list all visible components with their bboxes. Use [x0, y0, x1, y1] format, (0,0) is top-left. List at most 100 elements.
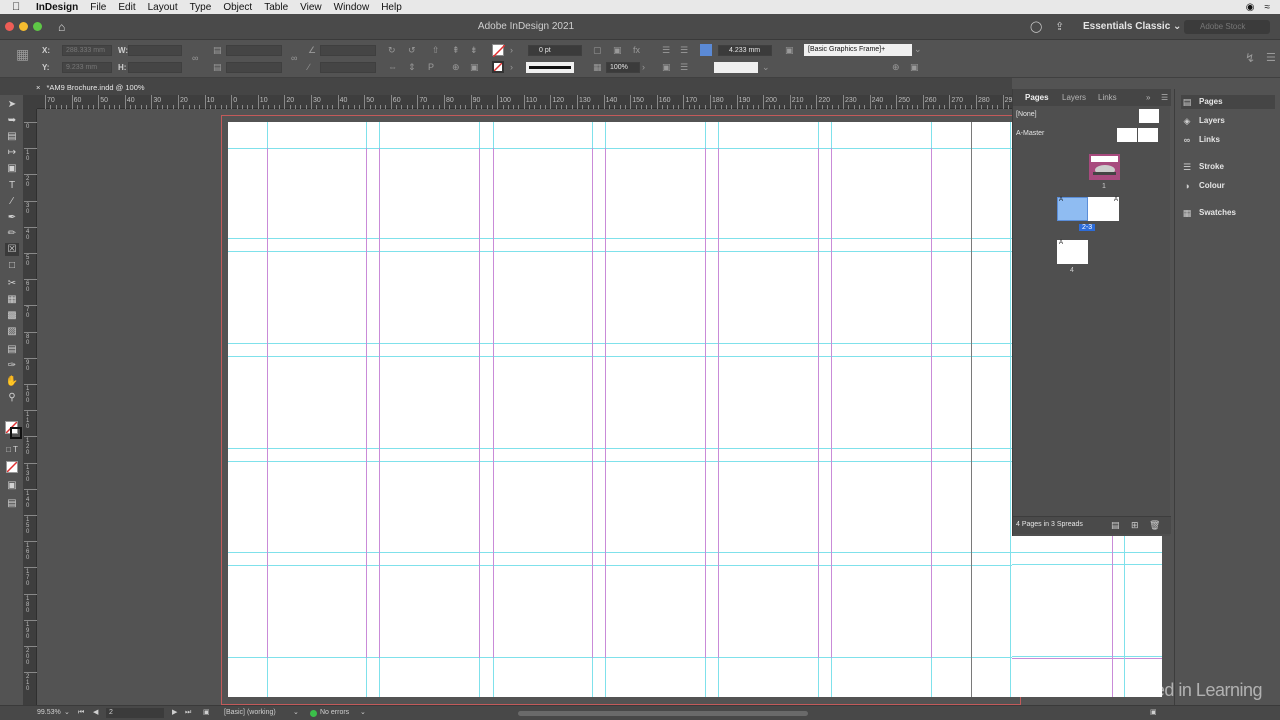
new-page-icon[interactable]: ⊞	[1131, 520, 1139, 531]
preflight-profile[interactable]: [Basic] (working)	[224, 706, 276, 720]
none-master-thumb[interactable]	[1139, 109, 1159, 123]
dock-layers[interactable]: ◈ Layers	[1181, 114, 1251, 128]
frame-fitting-icon[interactable]: ▢	[593, 45, 602, 56]
align-left-icon[interactable]: ☰	[662, 45, 670, 56]
constrain-scale-icon[interactable]: ∞	[291, 53, 297, 63]
object-style-dropdown[interactable]: [Basic Graphics Frame]+	[804, 44, 912, 56]
free-transform-tool-icon[interactable]: ▦	[5, 293, 19, 306]
ruler-origin[interactable]	[24, 95, 37, 109]
a-master-label[interactable]: A-Master	[1016, 130, 1044, 137]
align-center-icon[interactable]: ☰	[680, 45, 688, 56]
last-page-icon[interactable]: ⏭	[185, 706, 191, 720]
rotate-field[interactable]	[320, 45, 376, 56]
reference-point-icon[interactable]: ▦	[16, 46, 29, 63]
close-tab-icon[interactable]: ×	[36, 83, 40, 92]
wifi-icon[interactable]: ≈	[1265, 2, 1271, 13]
rotate-cw-icon[interactable]: ↻	[388, 45, 396, 56]
vertical-ruler[interactable]: 0 10 20 30 40 50 60 70 80 90 100 110 120 130 140 150 160…	[24, 109, 37, 705]
menu-help[interactable]: Help	[381, 2, 402, 13]
page-tool-icon[interactable]: ▤	[5, 130, 19, 143]
rotate-content-icon[interactable]: P	[428, 62, 434, 72]
panel-menu-icon[interactable]: ☰	[1161, 93, 1168, 102]
fill-swatch-none[interactable]	[492, 44, 506, 58]
stroke-preview-box[interactable]	[714, 62, 758, 73]
flip-horizontal-icon[interactable]: ⇔	[388, 62, 397, 72]
select-prev-icon[interactable]: ⇞	[452, 45, 460, 56]
page-1-thumb[interactable]	[1089, 154, 1120, 180]
gap-tool-icon[interactable]	[700, 44, 712, 56]
tab-layers[interactable]: Layers	[1062, 93, 1086, 102]
horizontal-ruler[interactable]: 70 60 50 40 30 20 10 0 10 20 30 40 50 60 70 80 90 100 110 1…	[37, 95, 1025, 109]
dock-colour[interactable]: ◑ Colour	[1181, 179, 1251, 193]
horizontal-scrollbar[interactable]	[518, 711, 808, 716]
scale-y-field[interactable]	[226, 62, 282, 73]
menu-window[interactable]: Window	[334, 2, 370, 13]
frame-options-icon[interactable]: ▣	[910, 62, 919, 73]
workspace-switcher[interactable]: Essentials Classic ⌄	[1083, 21, 1181, 32]
preview-mode-icon[interactable]: ▤	[5, 497, 19, 510]
apply-none-icon[interactable]	[6, 461, 18, 473]
scale-x-field[interactable]	[226, 45, 282, 56]
screen-mode-icon[interactable]: ▣	[5, 479, 19, 492]
content-collector-icon[interactable]: ▣	[5, 162, 19, 175]
lightbulb-icon[interactable]: ◯	[1030, 20, 1042, 33]
formatting-container-icon[interactable]: □ T	[5, 443, 19, 456]
stroke-swatch-tool[interactable]	[10, 427, 22, 439]
edit-page-size-icon[interactable]: ▤	[1111, 520, 1120, 531]
y-field[interactable]: 9.233 mm	[62, 62, 112, 73]
fx-icon[interactable]: fx	[633, 45, 640, 55]
open-page-icon[interactable]: ▣	[203, 706, 210, 720]
line-tool-icon[interactable]: ∕	[5, 195, 19, 208]
share-icon[interactable]: ⇪	[1055, 20, 1064, 33]
dock-stroke[interactable]: ☰ Stroke	[1181, 160, 1251, 174]
next-page-icon[interactable]: ▶	[172, 706, 177, 720]
hand-tool-icon[interactable]: ✋	[5, 375, 19, 388]
spacing-field[interactable]: 4.233 mm	[718, 45, 772, 56]
resize-window-icon[interactable]: ▣	[1150, 706, 1157, 720]
pencil-tool-icon[interactable]: ✏	[5, 227, 19, 240]
scale-x-icon[interactable]: ▤	[213, 45, 222, 56]
stroke-weight-field[interactable]: 0 pt	[528, 45, 582, 56]
stroke-preview-menu-icon[interactable]: ⌄	[762, 62, 770, 73]
zoom-level-field[interactable]: 99.53%	[37, 706, 61, 720]
constrain-proportions-icon[interactable]: ∞	[192, 53, 198, 63]
dock-pages[interactable]: ▤ Pages	[1181, 95, 1275, 109]
select-container-icon[interactable]: ⇧	[432, 45, 440, 56]
zoom-tool-icon[interactable]: ⚲	[5, 391, 19, 404]
zoom-menu-icon[interactable]: ⌄	[64, 706, 70, 720]
menu-app[interactable]: InDesign	[36, 2, 78, 13]
apple-icon[interactable]: 	[12, 1, 28, 13]
object-style-menu-icon[interactable]: ⌄	[914, 44, 922, 55]
menu-layout[interactable]: Layout	[148, 2, 178, 13]
opacity-field[interactable]: 100%	[606, 62, 640, 73]
menu-type[interactable]: Type	[190, 2, 212, 13]
x-field[interactable]: 288.333 mm	[62, 45, 112, 56]
delete-page-icon[interactable]: 🗑	[1149, 520, 1160, 531]
creative-cloud-icon[interactable]: ◉	[1246, 2, 1255, 13]
flip-vertical-icon[interactable]: ⇕	[408, 62, 416, 73]
gradient-feather-tool-icon[interactable]: ▨	[5, 325, 19, 338]
spread-2-3-number[interactable]: 2-3	[1079, 224, 1096, 231]
rotate-icon[interactable]: ∠	[308, 45, 316, 56]
prev-page-icon[interactable]: ◀	[93, 706, 98, 720]
menu-object[interactable]: Object	[223, 2, 252, 13]
shear-field[interactable]	[320, 62, 376, 73]
note-tool-icon[interactable]: ▤	[5, 343, 19, 356]
collapse-panel-icon[interactable]: »	[1146, 93, 1150, 102]
preflight-errors-menu-icon[interactable]: ⌄	[360, 706, 366, 720]
pen-tool-icon[interactable]: ✒	[5, 211, 19, 224]
tab-links[interactable]: Links	[1098, 93, 1117, 102]
dock-swatches[interactable]: ▦ Swatches	[1181, 206, 1251, 220]
a-master-right-thumb[interactable]	[1138, 128, 1158, 142]
gradient-swatch-tool-icon[interactable]: ▩	[5, 309, 19, 322]
eyedropper-tool-icon[interactable]: ✑	[5, 359, 19, 372]
menu-file[interactable]: File	[90, 2, 106, 13]
stroke-menu-icon[interactable]: ›	[510, 62, 513, 72]
menu-view[interactable]: View	[300, 2, 322, 13]
clear-overrides-icon[interactable]: ⊕	[892, 62, 900, 73]
rectangle-frame-tool-icon[interactable]: ☒	[5, 243, 19, 256]
none-master-label[interactable]: [None]	[1016, 111, 1037, 118]
rotate-ccw-icon[interactable]: ↺	[408, 45, 416, 56]
scale-y-icon[interactable]: ▤	[213, 62, 222, 73]
type-tool-icon[interactable]: T	[5, 179, 19, 192]
